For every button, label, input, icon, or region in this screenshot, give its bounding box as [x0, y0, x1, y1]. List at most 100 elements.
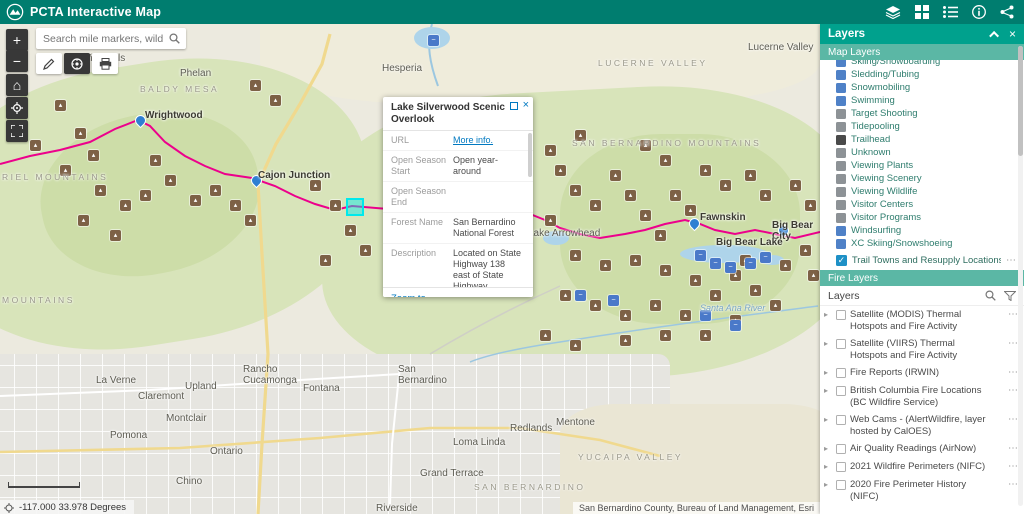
expand-caret-icon[interactable]: ▸ — [824, 414, 832, 426]
more-info-link[interactable]: More info. — [453, 135, 523, 146]
expand-caret-icon[interactable]: ▸ — [824, 385, 832, 397]
layer-filter-icon[interactable] — [1004, 290, 1016, 301]
fire-layer-menu-icon[interactable]: ⋯ — [1008, 461, 1018, 472]
fire-layer-item[interactable]: ▸ Fire Reports (IRWIN) ⋯ — [820, 364, 1024, 382]
poi-marker-icon[interactable]: ▴ — [655, 230, 666, 241]
recreation-marker-icon[interactable]: ~ — [760, 252, 771, 263]
layers-icon[interactable] — [885, 5, 901, 19]
poi-marker-icon[interactable]: ▴ — [770, 300, 781, 311]
legend-list-icon[interactable] — [943, 6, 958, 18]
poi-marker-icon[interactable]: ▴ — [95, 185, 106, 196]
map-layer-item[interactable]: XC Skiing/Snowshoeing — [836, 237, 1024, 250]
info-icon[interactable] — [972, 5, 986, 19]
poi-marker-icon[interactable]: ▴ — [690, 275, 701, 286]
poi-marker-icon[interactable]: ▴ — [570, 250, 581, 261]
print-button[interactable] — [92, 53, 118, 74]
poi-marker-icon[interactable]: ▴ — [110, 230, 121, 241]
poi-marker-icon[interactable]: ▴ — [630, 255, 641, 266]
expand-caret-icon[interactable]: ▸ — [824, 443, 832, 455]
map-layer-item[interactable]: Viewing Wildlife — [836, 185, 1024, 198]
fire-layer-checkbox[interactable] — [836, 339, 846, 349]
fire-layer-item[interactable]: ▸ Web Cams - (AlertWildfire, layer hosted… — [820, 411, 1024, 440]
map-layer-item[interactable]: Tidepooling — [836, 120, 1024, 133]
map-layer-item[interactable]: Snowmobiling — [836, 81, 1024, 94]
expand-caret-icon[interactable]: ▸ — [824, 309, 832, 321]
popup-scrollbar[interactable] — [528, 133, 532, 177]
panel-collapse-icon[interactable] — [989, 30, 1000, 41]
situational-awareness-button[interactable] — [64, 53, 90, 74]
zoom-in-button[interactable]: + — [6, 29, 28, 51]
poi-marker-icon[interactable]: ▴ — [245, 215, 256, 226]
poi-marker-icon[interactable]: ▴ — [750, 285, 761, 296]
poi-marker-icon[interactable]: ▴ — [120, 200, 131, 211]
map-layer-item[interactable]: Visitor Centers — [836, 198, 1024, 211]
poi-marker-icon[interactable]: ▴ — [320, 255, 331, 266]
map-layer-item[interactable]: Swimming — [836, 94, 1024, 107]
poi-marker-icon[interactable]: ▴ — [190, 195, 201, 206]
poi-marker-icon[interactable]: ▴ — [600, 260, 611, 271]
poi-marker-icon[interactable]: ▴ — [75, 128, 86, 139]
poi-marker-icon[interactable]: ▴ — [78, 215, 89, 226]
map-layer-item[interactable]: Skiing/Snowboarding — [836, 60, 1024, 68]
poi-marker-icon[interactable]: ▴ — [685, 205, 696, 216]
expand-caret-icon[interactable]: ▸ — [824, 479, 832, 491]
recreation-marker-icon[interactable]: ~ — [575, 290, 586, 301]
default-extent-button[interactable] — [6, 120, 28, 142]
poi-marker-icon[interactable]: ▴ — [210, 185, 221, 196]
poi-marker-icon[interactable]: ▴ — [640, 210, 651, 221]
poi-marker-icon[interactable]: ▴ — [760, 190, 771, 201]
poi-marker-icon[interactable]: ▴ — [780, 260, 791, 271]
recreation-marker-icon[interactable]: ~ — [725, 262, 736, 273]
popup-close-icon[interactable]: × — [523, 100, 529, 111]
home-button[interactable]: ⌂ — [6, 74, 28, 96]
map-layer-item[interactable]: Windsurfing — [836, 224, 1024, 237]
poi-marker-icon[interactable]: ▴ — [570, 340, 581, 351]
poi-marker-icon[interactable]: ▴ — [625, 190, 636, 201]
poi-marker-icon[interactable]: ▴ — [360, 245, 371, 256]
map-layer-item[interactable]: Viewing Plants — [836, 159, 1024, 172]
zoom-out-button[interactable]: − — [6, 50, 28, 72]
panel-scrollbar-thumb[interactable] — [1018, 46, 1023, 156]
poi-marker-icon[interactable]: ▴ — [660, 330, 671, 341]
trail-towns-checkbox[interactable]: ✓ — [836, 254, 847, 266]
zoom-to-link[interactable]: Zoom to — [391, 293, 426, 297]
poi-marker-icon[interactable]: ▴ — [710, 290, 721, 301]
expand-caret-icon[interactable]: ▸ — [824, 338, 832, 350]
poi-marker-icon[interactable]: ▴ — [720, 180, 731, 191]
poi-marker-icon[interactable]: ▴ — [270, 95, 281, 106]
recreation-marker-icon[interactable]: ~ — [745, 258, 756, 269]
popup-header[interactable]: Lake Silverwood Scenic Overlook × — [383, 97, 533, 131]
poi-marker-icon[interactable]: ▴ — [560, 290, 571, 301]
poi-marker-icon[interactable]: ▴ — [590, 300, 601, 311]
recreation-marker-icon[interactable]: ~ — [428, 35, 439, 46]
map-layer-item[interactable]: Trailhead — [836, 133, 1024, 146]
trail-towns-menu-icon[interactable]: ⋯ — [1006, 255, 1016, 266]
poi-marker-icon[interactable]: ▴ — [660, 265, 671, 276]
map-layer-item[interactable]: Viewing Scenery — [836, 172, 1024, 185]
map-canvas[interactable]: ▴ ▴ ▴ ▴ ▴ ▴ ▴ ▴ ▴ ▴ ▴ ▴ ▴ ▴ ▴ ▴ ▴ ▴ ▴ ▴ ▴ ▴ ▴ ▴ ▴ ▴ ▴ ▴ ▴ ▴ ▴ ▴ ▴ ▴ ▴ ▴ ▴ ▴ ▴ ▴… — [0, 24, 820, 514]
poi-marker-icon[interactable]: ▴ — [610, 170, 621, 181]
fire-layer-menu-icon[interactable]: ⋯ — [1008, 367, 1018, 378]
poi-marker-icon[interactable]: ▴ — [545, 145, 556, 156]
poi-marker-icon[interactable]: ▴ — [745, 170, 756, 181]
poi-marker-icon[interactable]: ▴ — [620, 335, 631, 346]
poi-marker-icon[interactable]: ▴ — [800, 245, 811, 256]
poi-marker-icon[interactable]: ▴ — [330, 200, 341, 211]
poi-marker-icon[interactable]: ▴ — [808, 270, 819, 281]
poi-marker-icon[interactable]: ▴ — [670, 190, 681, 201]
poi-marker-icon[interactable]: ▴ — [700, 330, 711, 341]
map-layer-item[interactable]: Target Shooting — [836, 107, 1024, 120]
popup-dock-icon[interactable] — [509, 101, 518, 110]
map-layer-item[interactable]: Unknown — [836, 146, 1024, 159]
poi-marker-icon[interactable]: ▴ — [310, 180, 321, 191]
fire-layer-menu-icon[interactable]: ⋯ — [1008, 385, 1018, 396]
panel-scrollbar[interactable] — [1018, 46, 1023, 506]
poi-marker-icon[interactable]: ▴ — [540, 330, 551, 341]
expand-caret-icon[interactable]: ▸ — [824, 367, 832, 379]
fire-layer-menu-icon[interactable]: ⋯ — [1008, 338, 1018, 349]
map-layer-item[interactable]: Sledding/Tubing — [836, 68, 1024, 81]
poi-marker-icon[interactable]: ▴ — [88, 150, 99, 161]
poi-marker-icon[interactable]: ▴ — [140, 190, 151, 201]
recreation-marker-icon[interactable]: ~ — [695, 250, 706, 261]
fire-layer-item[interactable]: ▸ Air Quality Readings (AirNow) ⋯ — [820, 440, 1024, 458]
